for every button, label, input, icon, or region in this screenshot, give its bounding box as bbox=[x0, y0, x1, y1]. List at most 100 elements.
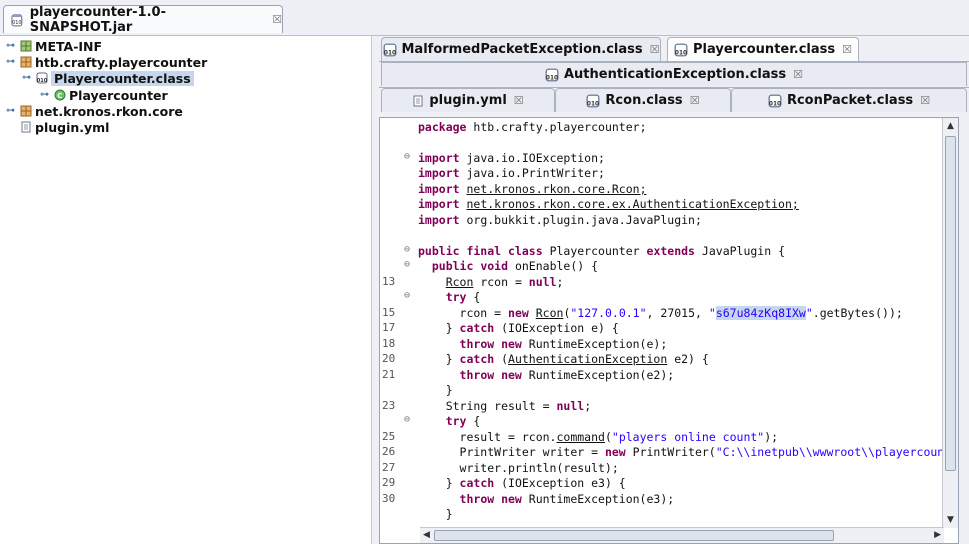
class-file-icon: 010 bbox=[545, 68, 559, 81]
code-line: import net.kronos.rkon.core.Rcon; bbox=[418, 182, 647, 196]
vertical-scrollbar[interactable]: ▲ ▼ bbox=[942, 118, 958, 528]
text-file-icon bbox=[21, 121, 31, 133]
tree-item-label: Playercounter bbox=[69, 87, 168, 103]
tree-item-label-selected: Playercounter.class bbox=[51, 70, 194, 86]
import-path: net.kronos.rkon.core.ex.AuthenticationEx… bbox=[466, 197, 799, 211]
tree-item-net-kronos-rkon-core[interactable]: ⊶ net.kronos.rkon.core bbox=[4, 103, 183, 119]
line-number: 30 bbox=[382, 492, 396, 505]
tree-item-label: plugin.yml bbox=[35, 119, 110, 135]
tree-item-plugin-yml[interactable]: plugin.yml bbox=[20, 119, 109, 135]
expand-icon[interactable]: ⊶ bbox=[4, 41, 17, 51]
package-name: htb.crafty.playercounter; bbox=[473, 120, 647, 134]
line-number: 27 bbox=[382, 461, 396, 474]
line-number: 25 bbox=[382, 430, 396, 443]
tree-item-label: net.kronos.rkon.core bbox=[35, 103, 183, 119]
tree-item-htb-crafty-playercounter[interactable]: ⊶ htb.crafty.playercounter bbox=[4, 54, 207, 70]
code-line: ⊖ public void onEnable() { bbox=[404, 259, 599, 273]
tab-label: RconPacket.class bbox=[786, 93, 914, 108]
tab-malformedpacketexception[interactable]: 010 MalformedPacketException.class ☒ bbox=[381, 37, 661, 61]
line-number: 20 bbox=[382, 352, 396, 365]
jar-file-icon: 010 bbox=[11, 13, 23, 26]
class-file-icon: 010 bbox=[383, 43, 396, 56]
tab-rconpacket-class[interactable]: 010 RconPacket.class ☒ bbox=[731, 88, 967, 112]
code-line: 30 throw new RuntimeException(e3); bbox=[382, 492, 675, 506]
tree-item-label: htb.crafty.playercounter bbox=[35, 54, 208, 70]
close-icon[interactable]: ☒ bbox=[842, 43, 852, 56]
line-number: 15 bbox=[382, 306, 396, 319]
command-string: "players online count" bbox=[611, 430, 765, 444]
line-number: 13 bbox=[382, 275, 396, 288]
jar-tab-title: playercounter-1.0-SNAPSHOT.jar bbox=[29, 4, 166, 35]
scroll-down-icon[interactable]: ▼ bbox=[947, 515, 954, 525]
fold-icon[interactable]: ⊖ bbox=[404, 244, 410, 255]
tree-item-playercounter[interactable]: ⊶ C Playercounter bbox=[38, 87, 168, 103]
collapse-icon[interactable]: ⊶ bbox=[20, 73, 33, 83]
code-line: ⊖ import java.io.IOException; bbox=[404, 151, 605, 165]
close-icon[interactable]: ☒ bbox=[272, 13, 282, 26]
import-path: org.bukkit.plugin.java.JavaPlugin; bbox=[466, 213, 702, 227]
vertical-scroll-thumb[interactable] bbox=[945, 136, 956, 471]
tree-item-label: META-INF bbox=[35, 38, 103, 54]
close-icon[interactable]: ☒ bbox=[920, 94, 930, 107]
line-number: 29 bbox=[382, 476, 396, 489]
close-icon[interactable]: ☒ bbox=[514, 94, 524, 107]
code-line: package htb.crafty.playercounter; bbox=[418, 120, 647, 134]
tab-authenticationexception[interactable]: 010 AuthenticationException.class ☒ bbox=[381, 62, 967, 86]
expand-icon[interactable]: ⊶ bbox=[4, 106, 17, 116]
close-icon[interactable]: ☒ bbox=[650, 43, 660, 56]
scroll-right-icon[interactable]: ▶ bbox=[934, 530, 941, 540]
tab-rcon-class[interactable]: 010 Rcon.class ☒ bbox=[555, 88, 731, 112]
code-editor[interactable]: package htb.crafty.playercounter; ⊖ impor… bbox=[379, 117, 959, 544]
folder-package-icon bbox=[20, 40, 32, 52]
close-icon[interactable]: ☒ bbox=[793, 68, 803, 81]
tab-plugin-yml[interactable]: plugin.yml ☒ bbox=[381, 88, 555, 112]
expand-icon[interactable]: ⊶ bbox=[38, 90, 51, 100]
code-line: 21 throw new RuntimeException(e2); bbox=[382, 368, 675, 382]
code-line: import net.kronos.rkon.core.ex.Authentic… bbox=[418, 197, 799, 211]
class-file-icon: 010 bbox=[587, 94, 600, 107]
tab-label: AuthenticationException.class bbox=[563, 67, 787, 82]
horizontal-scroll-thumb[interactable] bbox=[434, 530, 834, 541]
code-line: } bbox=[418, 383, 453, 397]
class-icon: C bbox=[54, 89, 66, 101]
fold-icon[interactable]: ⊖ bbox=[404, 151, 410, 162]
import-path: java.io.IOException; bbox=[466, 151, 605, 165]
collapse-icon[interactable]: ⊶ bbox=[4, 57, 17, 67]
code-line: 26 PrintWriter writer = new PrintWriter(… bbox=[382, 445, 945, 459]
fold-icon[interactable]: ⊖ bbox=[404, 414, 410, 425]
code-line: 17 } catch (IOException e) { bbox=[382, 321, 619, 335]
scroll-left-icon[interactable]: ◀ bbox=[423, 530, 430, 540]
tab-playercounter-class[interactable]: 010 Playercounter.class ☒ bbox=[667, 37, 859, 61]
package-icon bbox=[20, 105, 32, 117]
svg-text:010: 010 bbox=[12, 19, 21, 25]
svg-text:010: 010 bbox=[546, 75, 558, 81]
close-icon[interactable]: ☒ bbox=[690, 94, 700, 107]
class-file-icon: 010 bbox=[36, 72, 48, 84]
tab-label: MalformedPacketException.class bbox=[401, 42, 643, 57]
import-path: net.kronos.rkon.core.Rcon; bbox=[466, 182, 647, 196]
code-line: 20 } catch (AuthenticationException e2) … bbox=[382, 352, 709, 366]
horizontal-scrollbar[interactable]: ◀ ▶ bbox=[420, 527, 944, 543]
tab-label: plugin.yml bbox=[429, 93, 507, 108]
code-line: 15 rcon = new Rcon("127.0.0.1", 27015, "… bbox=[382, 306, 903, 320]
fold-icon[interactable]: ⊖ bbox=[404, 259, 410, 270]
import-path: java.io.PrintWriter; bbox=[466, 166, 605, 180]
fold-icon[interactable]: ⊖ bbox=[404, 290, 410, 301]
code-line: ⊖ try { bbox=[404, 290, 481, 304]
package-explorer-tree: ⊶ META-INF ⊶ htb.crafty.playercounter ⊶ … bbox=[0, 36, 372, 544]
jar-tab[interactable]: 010 playercounter-1.0-SNAPSHOT.jar ☒ bbox=[3, 4, 283, 35]
password-string: s67u84zKq8IXw bbox=[715, 306, 806, 320]
line-number: 21 bbox=[382, 368, 396, 381]
tree-item-meta-inf[interactable]: ⊶ META-INF bbox=[4, 38, 102, 54]
svg-text:010: 010 bbox=[383, 50, 395, 56]
code-line: 18 throw new RuntimeException(e); bbox=[382, 337, 668, 351]
package-icon bbox=[20, 56, 32, 68]
superclass-name: JavaPlugin bbox=[701, 244, 772, 258]
scroll-up-icon[interactable]: ▲ bbox=[947, 121, 954, 131]
svg-text:010: 010 bbox=[37, 78, 48, 84]
code-line: import org.bukkit.plugin.java.JavaPlugin… bbox=[418, 213, 702, 227]
class-file-icon: 010 bbox=[768, 94, 782, 107]
class-name: Playercounter bbox=[549, 244, 640, 258]
window-tab-bar: 010 playercounter-1.0-SNAPSHOT.jar ☒ bbox=[0, 0, 969, 36]
tree-item-playercounter-class[interactable]: ⊶ 010 Playercounter.class bbox=[20, 70, 194, 86]
